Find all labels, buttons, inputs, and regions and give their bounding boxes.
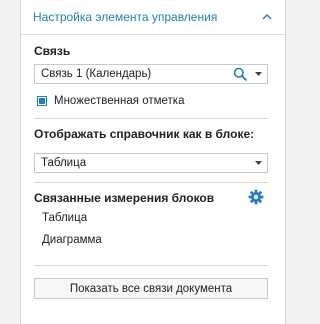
section-divider <box>34 182 268 183</box>
multi-select-checkbox-row[interactable]: Множественная отметка <box>37 94 184 108</box>
chevron-down-icon[interactable] <box>251 65 265 83</box>
section-divider <box>34 118 268 119</box>
link-select[interactable]: Связь 1 (Календарь) <box>34 64 268 84</box>
display-mode-select[interactable]: Таблица <box>34 153 268 173</box>
display-section-label: Отображать справочник как в блоке: <box>34 127 255 141</box>
multi-select-label: Множественная отметка <box>54 95 185 107</box>
gear-icon[interactable] <box>248 189 264 205</box>
show-all-links-button[interactable]: Показать все связи документа <box>34 278 268 299</box>
checkbox-checked-mark <box>39 98 45 104</box>
panel-header[interactable]: Настройка элемента управления <box>21 0 285 35</box>
link-select-value: Связь 1 (Календарь) <box>41 68 152 80</box>
linked-dim-item: Таблица <box>42 212 88 224</box>
search-icon[interactable] <box>231 65 249 83</box>
control-settings-panel: Настройка элемента управления Связь Связ… <box>20 0 286 324</box>
chevron-up-icon[interactable] <box>261 11 273 23</box>
link-section-label: Связь <box>34 44 71 58</box>
chevron-down-icon[interactable] <box>251 154 265 172</box>
panel-title: Настройка элемента управления <box>33 10 218 24</box>
linked-dim-item: Диаграмма <box>42 234 102 246</box>
linked-dims-label: Связанные измерения блоков <box>34 191 215 205</box>
multi-select-checkbox[interactable] <box>37 96 47 106</box>
display-mode-value: Таблица <box>41 157 87 169</box>
section-divider <box>34 265 268 266</box>
